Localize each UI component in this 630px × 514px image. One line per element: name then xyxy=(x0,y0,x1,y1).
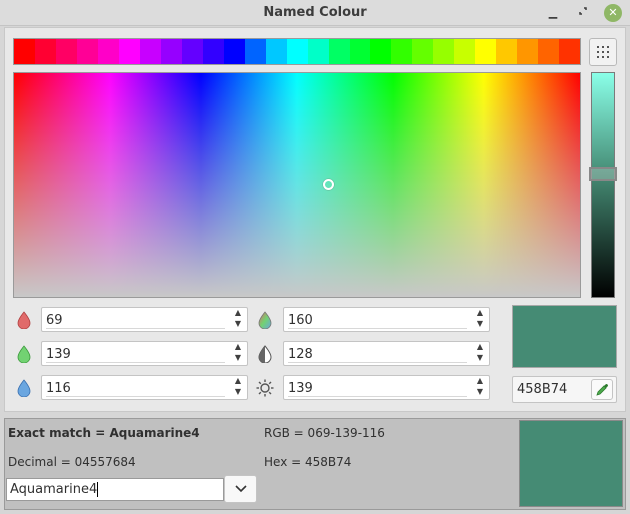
close-icon[interactable]: ✕ xyxy=(604,4,622,22)
chevron-down-icon xyxy=(234,485,247,493)
colour-name-dropdown-button[interactable] xyxy=(224,475,257,503)
palette-swatch[interactable] xyxy=(559,39,581,64)
value-spinbox[interactable]: ▲▼ xyxy=(283,375,490,400)
palette-swatch[interactable] xyxy=(454,39,476,64)
hue-spinbox[interactable]: ▲▼ xyxy=(283,307,490,332)
red-stepper[interactable]: ▲ ▼ xyxy=(229,308,247,331)
palette-swatch[interactable] xyxy=(181,39,203,64)
spectrum-cursor[interactable] xyxy=(323,179,334,190)
palette-swatch[interactable] xyxy=(370,39,392,64)
value-input[interactable] xyxy=(288,379,458,397)
red-spinbox[interactable]: ▲▼ xyxy=(41,307,248,332)
hex-value[interactable]: 458B74 xyxy=(517,382,567,397)
palette-swatch[interactable] xyxy=(223,39,245,64)
rgb-readout: RGB = 069-139-116 xyxy=(264,426,385,440)
hex-readout: Hex = 458B74 xyxy=(264,455,352,469)
palette-swatch[interactable] xyxy=(55,39,77,64)
palette-swatch[interactable] xyxy=(433,39,455,64)
title-bar: Named Colour ▁ ✕ xyxy=(0,0,630,26)
palette-strip[interactable] xyxy=(13,38,581,65)
palette-swatch[interactable] xyxy=(307,39,329,64)
saturation-drop-icon xyxy=(258,345,272,363)
blue-spinbox[interactable]: ▲▼ xyxy=(41,375,248,400)
palette-swatch[interactable] xyxy=(160,39,182,64)
green-spinbox[interactable]: ▲▼ xyxy=(41,341,248,366)
palette-swatch[interactable] xyxy=(34,39,56,64)
hue-drop-icon xyxy=(258,311,272,329)
hue-stepper[interactable]: ▲ ▼ xyxy=(471,308,489,331)
palette-swatch[interactable] xyxy=(97,39,119,64)
saturation-spinbox[interactable]: ▲▼ xyxy=(283,341,490,366)
window-title: Named Colour xyxy=(263,5,367,20)
colour-name-input[interactable]: Aquamarine4 xyxy=(6,478,224,501)
saturation-stepper[interactable]: ▲ ▼ xyxy=(471,342,489,365)
colour-name-text[interactable]: Aquamarine4 xyxy=(10,482,97,497)
palette-swatch[interactable] xyxy=(391,39,413,64)
grid-icon xyxy=(597,46,609,58)
value-slider[interactable] xyxy=(591,72,615,298)
hex-field[interactable]: 458B74 xyxy=(512,376,617,403)
red-drop-icon xyxy=(17,311,31,329)
eyedropper-icon xyxy=(596,383,608,396)
palette-grid-button[interactable] xyxy=(589,38,617,66)
exact-match-label: Exact match = Aquamarine4 xyxy=(8,426,200,440)
blue-input[interactable] xyxy=(46,379,216,397)
value-stepper[interactable]: ▲ ▼ xyxy=(471,376,489,399)
saturation-input[interactable] xyxy=(288,345,458,363)
colour-preview-swatch xyxy=(512,305,617,368)
brightness-icon xyxy=(256,379,274,397)
palette-swatch[interactable] xyxy=(118,39,140,64)
palette-swatch[interactable] xyxy=(349,39,371,64)
palette-swatch[interactable] xyxy=(14,39,35,64)
blue-stepper[interactable]: ▲ ▼ xyxy=(229,376,247,399)
palette-swatch[interactable] xyxy=(202,39,224,64)
palette-swatch[interactable] xyxy=(139,39,161,64)
palette-swatch[interactable] xyxy=(412,39,434,64)
green-input[interactable] xyxy=(46,345,216,363)
decimal-readout: Decimal = 04557684 xyxy=(8,455,136,469)
text-caret xyxy=(97,482,99,497)
palette-swatch[interactable] xyxy=(475,39,497,64)
green-stepper[interactable]: ▲ ▼ xyxy=(229,342,247,365)
palette-swatch[interactable] xyxy=(517,39,539,64)
maximize-icon[interactable] xyxy=(574,4,592,22)
palette-swatch[interactable] xyxy=(265,39,287,64)
blue-drop-icon xyxy=(17,379,31,397)
hue-input[interactable] xyxy=(288,311,458,329)
palette-swatch[interactable] xyxy=(496,39,518,64)
value-slider-handle[interactable] xyxy=(589,167,617,181)
palette-swatch[interactable] xyxy=(538,39,560,64)
red-input[interactable] xyxy=(46,311,216,329)
minimize-icon[interactable]: ▁ xyxy=(544,4,562,22)
palette-swatch[interactable] xyxy=(76,39,98,64)
hue-saturation-spectrum[interactable] xyxy=(13,72,581,298)
palette-swatch[interactable] xyxy=(328,39,350,64)
green-drop-icon xyxy=(17,345,31,363)
eyedropper-button[interactable] xyxy=(591,379,613,400)
match-colour-swatch xyxy=(519,420,623,507)
palette-swatch[interactable] xyxy=(244,39,266,64)
palette-swatch[interactable] xyxy=(286,39,308,64)
